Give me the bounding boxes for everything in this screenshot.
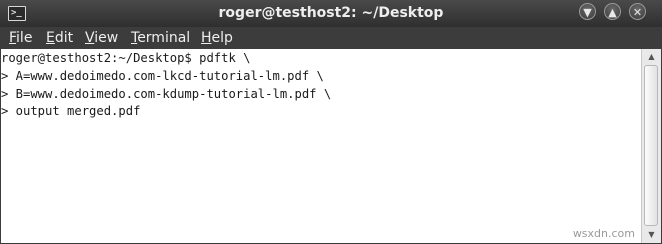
close-icon: ✕ [632, 6, 643, 19]
menu-edit[interactable]: Edit [46, 30, 73, 47]
close-button[interactable]: ✕ [629, 3, 646, 20]
vertical-scrollbar[interactable]: ▲ ▼ [641, 49, 661, 243]
menu-file[interactable]: File [9, 30, 32, 47]
terminal-line: roger@testhost2:~/Desktop$ pdftk \ [1, 51, 251, 65]
terminal-line: > B=www.dedoimedo.com-kdump-tutorial-lm.… [1, 86, 332, 101]
terminal-line: > output merged.pdf [1, 104, 141, 119]
menu-help[interactable]: Help [201, 30, 233, 47]
maximize-icon: ▲ [608, 6, 617, 19]
minimize-button[interactable]: ▼ [579, 3, 596, 20]
watermark: wsxdn.com [572, 227, 635, 240]
scroll-thumb[interactable] [644, 65, 658, 226]
terminal-output[interactable]: roger@testhost2:~/Desktop$ pdftk \ > A=w… [1, 49, 641, 243]
terminal-lines: roger@testhost2:~/Desktop$ pdftk \ > A=w… [1, 50, 331, 121]
scroll-down-arrow-icon[interactable]: ▼ [642, 227, 661, 243]
minimize-icon: ▼ [583, 6, 592, 19]
scroll-up-arrow-icon[interactable]: ▲ [642, 49, 661, 65]
menu-view[interactable]: View [85, 30, 118, 47]
terminal-window: >_ roger@testhost2: ~/Desktop ▼ ▲ ✕ File… [0, 0, 662, 244]
title-bar[interactable]: >_ roger@testhost2: ~/Desktop ▼ ▲ ✕ [0, 0, 662, 27]
menu-bar: File Edit View Terminal Help [0, 27, 662, 49]
maximize-button[interactable]: ▲ [604, 3, 621, 20]
terminal-line: > A=www.dedoimedo.com-lkcd-tutorial-lm.p… [1, 68, 324, 83]
window-title: roger@testhost2: ~/Desktop [218, 5, 444, 21]
menu-terminal[interactable]: Terminal [131, 30, 190, 47]
